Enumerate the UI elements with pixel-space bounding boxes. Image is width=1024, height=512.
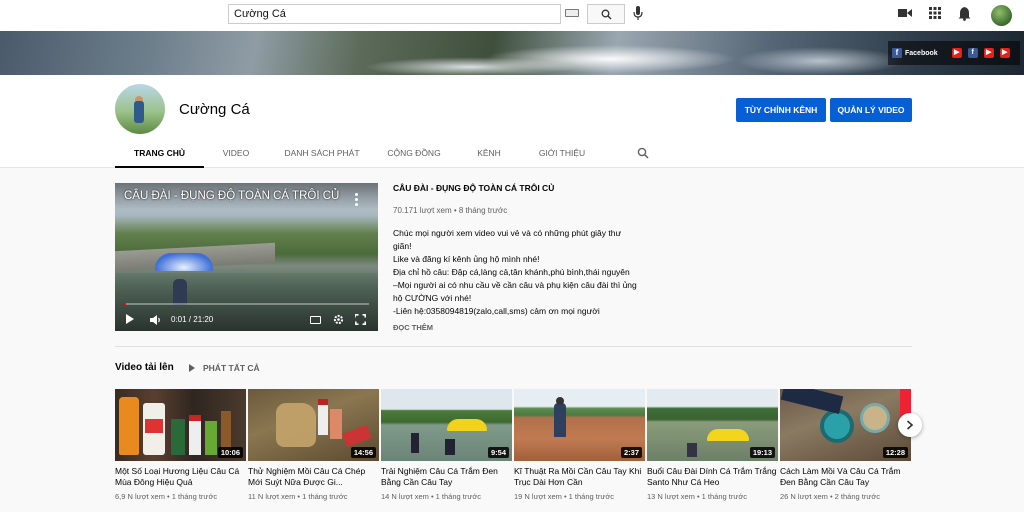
video-meta: 6,9 N lượt xem • 1 tháng trước xyxy=(115,492,218,501)
play-icon[interactable] xyxy=(126,314,134,324)
play-all-button[interactable]: PHÁT TẤT CẢ xyxy=(189,363,260,373)
video-duration: 12:28 xyxy=(882,447,908,458)
channel-avatar xyxy=(115,84,165,134)
volume-icon[interactable] xyxy=(150,315,162,325)
video-title[interactable]: Cách Làm Mồi Và Câu Cá Trắm Đen Bằng Cần… xyxy=(780,466,911,488)
featured-video-description: Chúc mọi người xem video vui vẻ và có nh… xyxy=(393,228,637,316)
tab-home[interactable]: TRANG CHỦ xyxy=(115,138,204,168)
apps-icon[interactable] xyxy=(929,7,941,19)
shelf-next-button[interactable] xyxy=(898,413,922,437)
featured-video-info: CÂU ĐÀI - ĐỤNG ĐỘ TOÀN CÁ TRÔI CỦ 70.171… xyxy=(393,183,653,332)
channel-search-icon[interactable] xyxy=(637,147,649,159)
featured-video-title[interactable]: CÂU ĐÀI - ĐỤNG ĐỘ TOÀN CÁ TRÔI CỦ xyxy=(393,183,653,193)
read-more-button[interactable]: ĐỌC THÊM xyxy=(393,323,653,332)
play-icon xyxy=(189,364,195,372)
video-title[interactable]: Thử Nghiệm Mồi Câu Cá Chép Mới Suýt Nữa … xyxy=(248,466,379,488)
video-thumbnail[interactable]: 10:06 xyxy=(115,389,246,461)
player-time: 0:01 / 21:20 xyxy=(171,315,214,324)
video-meta: 13 N lượt xem • 1 tháng trước xyxy=(647,492,748,501)
tab-playlists[interactable]: DANH SÁCH PHÁT xyxy=(268,138,376,168)
video-meta: 14 N lượt xem • 1 tháng trước xyxy=(381,492,482,501)
tab-videos[interactable]: VIDEO xyxy=(204,138,268,168)
video-thumbnail[interactable]: 9:54 xyxy=(381,389,512,461)
video-card[interactable]: 19:13 Buổi Câu Đài Dính Cá Trắm Trắng Sa… xyxy=(647,389,778,501)
more-options-icon[interactable] xyxy=(355,193,358,206)
video-thumbnail[interactable]: 2:37 xyxy=(514,389,645,461)
uploads-shelf: 10:06 Một Số Loại Hương Liệu Câu Cá Mùa … xyxy=(115,389,912,512)
facebook-icon[interactable]: f xyxy=(967,48,978,58)
video-card[interactable]: 12:28 Cách Làm Mồi Và Câu Cá Trắm Đen Bằ… xyxy=(780,389,911,501)
youtube-icon[interactable]: ▶ xyxy=(999,48,1010,58)
section-divider xyxy=(115,346,912,347)
channel-header: Cường Cá TÙY CHỈNH KÊNH QUẢN LÝ VIDEO TR… xyxy=(0,75,1024,168)
player-progress-bar[interactable] xyxy=(124,303,369,305)
search-input[interactable]: Cường Cá xyxy=(228,4,561,24)
video-duration: 9:54 xyxy=(487,447,509,458)
video-card[interactable]: 10:06 Một Số Loại Hương Liệu Câu Cá Mùa … xyxy=(115,389,246,501)
settings-gear-icon[interactable] xyxy=(333,314,344,325)
keyboard-icon[interactable] xyxy=(565,9,579,17)
create-video-icon[interactable] xyxy=(898,8,912,18)
video-title[interactable]: Một Số Loại Hương Liệu Câu Cá Mùa Đông H… xyxy=(115,466,246,488)
featured-video-meta: 70.171 lượt xem • 8 tháng trước xyxy=(393,206,508,215)
video-card[interactable]: 9:54 Trải Nghiệm Câu Cá Trắm Đen Bằng Cầ… xyxy=(381,389,512,501)
video-title[interactable]: Buổi Câu Đài Dính Cá Trắm Trắng Santo Nh… xyxy=(647,466,778,488)
video-title[interactable]: Kĩ Thuật Ra Mồi Cần Câu Tay Khi Trục Dài… xyxy=(514,466,645,488)
youtube-icon[interactable]: ▶ xyxy=(983,48,994,58)
featured-video-player[interactable]: CÂU ĐÀI - ĐỤNG ĐỘ TOÀN CÁ TRÔI CỦ 0:01 /… xyxy=(115,183,378,331)
channel-banner: f Facebook ▶ f ▶ ▶ xyxy=(0,31,1024,75)
video-meta: 19 N lượt xem • 1 tháng trước xyxy=(514,492,615,501)
uploads-section-title[interactable]: Video tải lên xyxy=(115,362,174,373)
video-thumbnail[interactable]: 12:28 xyxy=(780,389,911,461)
search-icon xyxy=(601,9,612,20)
video-duration: 2:37 xyxy=(620,447,642,458)
video-thumbnail[interactable]: 19:13 xyxy=(647,389,778,461)
manage-videos-button[interactable]: QUẢN LÝ VIDEO xyxy=(830,98,912,122)
search-button[interactable] xyxy=(587,4,625,24)
youtube-icon[interactable]: ▶ xyxy=(951,48,962,58)
player-video-title[interactable]: CÂU ĐÀI - ĐỤNG ĐỘ TOÀN CÁ TRÔI CỦ xyxy=(124,190,339,202)
fullscreen-icon[interactable] xyxy=(355,314,366,325)
tab-about[interactable]: GIỚI THIỆU xyxy=(526,138,598,168)
video-duration: 19:13 xyxy=(749,447,775,458)
tab-channels[interactable]: KÊNH xyxy=(452,138,526,168)
subtitles-icon[interactable] xyxy=(310,316,321,324)
video-duration: 10:06 xyxy=(217,447,243,458)
video-thumbnail[interactable]: 14:56 xyxy=(248,389,379,461)
tab-community[interactable]: CỘNG ĐỒNG xyxy=(376,138,452,168)
notifications-bell-icon[interactable] xyxy=(958,6,971,21)
customize-channel-button[interactable]: TÙY CHỈNH KÊNH xyxy=(736,98,826,122)
facebook-icon[interactable]: f xyxy=(892,48,902,58)
chevron-right-icon xyxy=(906,420,914,430)
video-meta: 11 N lượt xem • 1 tháng trước xyxy=(248,492,348,501)
top-bar: Cường Cá xyxy=(0,0,1024,31)
account-avatar[interactable] xyxy=(991,5,1012,26)
video-card[interactable]: 2:37 Kĩ Thuật Ra Mồi Cần Câu Tay Khi Trụ… xyxy=(514,389,645,501)
channel-name: Cường Cá xyxy=(179,101,250,118)
video-card[interactable]: 14:56 Thử Nghiệm Mồi Câu Cá Chép Mới Suý… xyxy=(248,389,379,501)
video-title[interactable]: Trải Nghiệm Câu Cá Trắm Đen Bằng Cần Câu… xyxy=(381,466,512,488)
facebook-link-label[interactable]: Facebook xyxy=(905,50,938,57)
video-duration: 14:56 xyxy=(350,447,376,458)
mic-icon[interactable] xyxy=(633,6,643,21)
social-links: f Facebook ▶ f ▶ ▶ xyxy=(888,41,1020,65)
channel-tabs: TRANG CHỦ VIDEO DANH SÁCH PHÁT CỘNG ĐỒNG… xyxy=(115,138,598,168)
video-meta: 26 N lượt xem • 2 tháng trước xyxy=(780,492,881,501)
